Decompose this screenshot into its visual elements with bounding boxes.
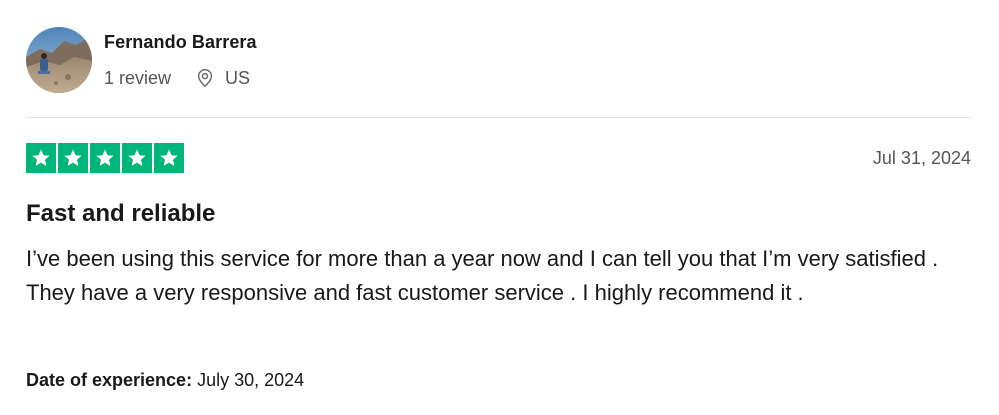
- star-icon: [154, 143, 184, 173]
- consumer-meta: 1 review US: [104, 67, 257, 89]
- consumer-name[interactable]: Fernando Barrera: [104, 31, 257, 53]
- review-title[interactable]: Fast and reliable: [26, 199, 215, 229]
- avatar[interactable]: [26, 27, 92, 93]
- location-label: US: [225, 68, 251, 88]
- star-icon: [58, 143, 88, 173]
- location: US: [195, 67, 250, 89]
- review-text: I’ve been using this service for more th…: [26, 246, 939, 305]
- review-count: 1 review: [104, 68, 172, 88]
- experience-date: July 30, 2024: [197, 370, 305, 390]
- divider: [26, 117, 972, 118]
- star-icon: [122, 143, 152, 173]
- star-rating: [26, 143, 184, 173]
- date-of-experience: Date of experience: July 30, 2024: [26, 369, 304, 391]
- consumer-info: Fernando Barrera 1 review US: [104, 31, 257, 89]
- experience-label: Date of experience:: [26, 370, 193, 390]
- location-pin-icon: [195, 68, 215, 88]
- avatar-photo: [26, 27, 92, 93]
- star-icon: [26, 143, 56, 173]
- consumer-header: Fernando Barrera 1 review US: [26, 26, 257, 94]
- star-icon: [90, 143, 120, 173]
- review-card: Fernando Barrera 1 review US Jul 31, 202…: [0, 0, 999, 415]
- review-date: Jul 31, 2024: [872, 148, 971, 168]
